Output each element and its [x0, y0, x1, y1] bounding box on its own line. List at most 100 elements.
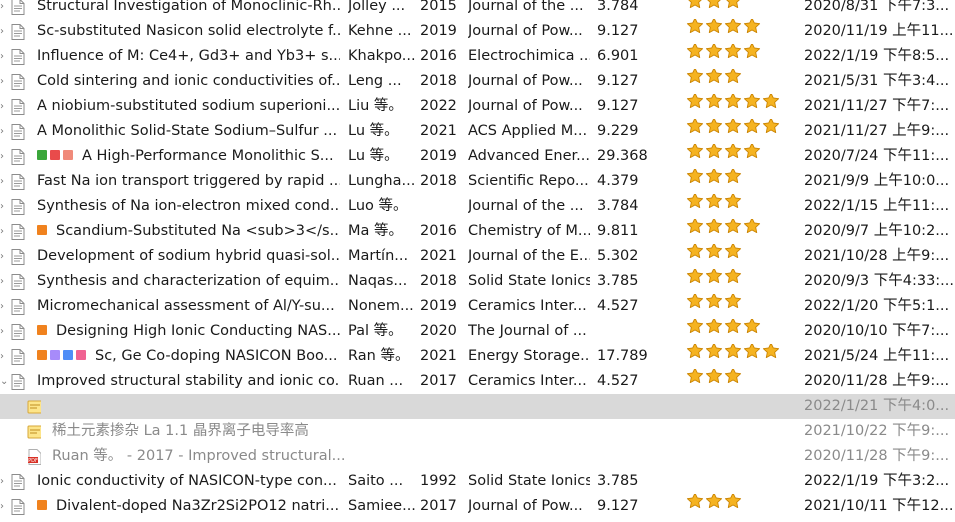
item-row[interactable]: › Influence of M: Ce4+, Gd3+ and Yb3+ s..… [0, 44, 955, 69]
expand-twisty-icon[interactable]: › [0, 194, 10, 219]
expand-twisty-icon[interactable] [0, 444, 10, 469]
star-icon[interactable] [705, 44, 723, 68]
item-rating[interactable] [686, 119, 796, 144]
item-row[interactable]: › A High-Performance Monolithic S... Lu 等。… [0, 144, 955, 169]
star-icon[interactable] [724, 194, 742, 218]
star-icon[interactable] [705, 0, 723, 18]
item-rating[interactable] [686, 269, 796, 294]
star-icon[interactable] [686, 319, 704, 343]
star-icon[interactable] [686, 344, 704, 368]
item-rating[interactable] [686, 69, 796, 94]
star-icon[interactable] [705, 94, 723, 118]
item-rating[interactable] [686, 44, 796, 69]
star-icon[interactable] [762, 94, 780, 118]
star-icon[interactable] [686, 369, 704, 393]
item-row[interactable]: › Structural Investigation of Monoclinic-… [0, 0, 955, 19]
star-icon[interactable] [724, 69, 742, 93]
item-rating[interactable] [686, 294, 796, 319]
item-row[interactable]: › Ionic conductivity of NASICON-type con.… [0, 469, 955, 494]
item-row[interactable]: › Synthesis and characterization of equim… [0, 269, 955, 294]
star-icon[interactable] [724, 44, 742, 68]
expand-twisty-icon[interactable]: › [0, 119, 10, 144]
star-icon[interactable] [724, 0, 742, 18]
star-icon[interactable] [686, 494, 704, 518]
star-icon[interactable] [686, 0, 704, 18]
item-row[interactable]: › Development of sodium hybrid quasi-sol.… [0, 244, 955, 269]
item-list[interactable]: › Structural Investigation of Monoclinic-… [0, 0, 955, 519]
expand-twisty-icon[interactable]: › [0, 94, 10, 119]
expand-twisty-icon[interactable]: › [0, 244, 10, 269]
expand-twisty-icon[interactable]: › [0, 0, 10, 19]
star-icon[interactable] [724, 369, 742, 393]
item-rating[interactable] [686, 319, 796, 344]
star-icon[interactable] [743, 44, 761, 68]
item-row[interactable]: › Fast Na ion transport triggered by rapi… [0, 169, 955, 194]
star-icon[interactable] [686, 169, 704, 193]
expand-twisty-icon[interactable]: › [0, 169, 10, 194]
item-rating[interactable] [686, 469, 796, 494]
star-icon[interactable] [743, 144, 761, 168]
star-icon[interactable] [705, 69, 723, 93]
star-icon[interactable] [724, 319, 742, 343]
star-icon[interactable] [705, 219, 723, 243]
star-icon[interactable] [724, 169, 742, 193]
expand-twisty-icon[interactable]: › [0, 44, 10, 69]
star-icon[interactable] [743, 219, 761, 243]
star-icon[interactable] [686, 44, 704, 68]
item-row[interactable]: › A Monolithic Solid-State Sodium–Sulfur … [0, 119, 955, 144]
item-rating[interactable] [686, 344, 796, 369]
star-icon[interactable] [705, 294, 723, 318]
star-icon[interactable] [686, 94, 704, 118]
star-icon[interactable] [724, 294, 742, 318]
item-row[interactable]: › Sc, Ge Co-doping NASICON Boo... Ran 等。 20… [0, 344, 955, 369]
star-icon[interactable] [686, 294, 704, 318]
star-icon[interactable] [705, 319, 723, 343]
star-icon[interactable] [705, 19, 723, 43]
expand-twisty-icon[interactable] [0, 419, 10, 444]
item-row[interactable]: › Scandium-Substituted Na <sub>3</s... Ma … [0, 219, 955, 244]
note-row[interactable]: 稀土元素掺杂 La 1.1 晶界离子电导率高 2021/10/22 下午9:... [0, 419, 955, 444]
star-icon[interactable] [724, 19, 742, 43]
star-icon[interactable] [686, 19, 704, 43]
star-icon[interactable] [743, 319, 761, 343]
attachment-row[interactable]: PDF Ruan 等。 - 2017 - Improved structural.… [0, 444, 955, 469]
star-icon[interactable] [724, 119, 742, 143]
star-icon[interactable] [724, 344, 742, 368]
expand-twisty-open-icon[interactable]: ⌄ [0, 369, 10, 394]
expand-twisty-icon[interactable]: › [0, 319, 10, 344]
star-icon[interactable] [686, 69, 704, 93]
item-rating[interactable] [686, 194, 796, 219]
star-icon[interactable] [705, 244, 723, 268]
star-icon[interactable] [705, 344, 723, 368]
star-icon[interactable] [686, 219, 704, 243]
expand-twisty-icon[interactable]: › [0, 294, 10, 319]
star-icon[interactable] [724, 144, 742, 168]
star-icon[interactable] [705, 194, 723, 218]
star-icon[interactable] [686, 194, 704, 218]
star-icon[interactable] [724, 219, 742, 243]
star-icon[interactable] [705, 494, 723, 518]
expand-twisty-icon[interactable]: › [0, 219, 10, 244]
star-icon[interactable] [743, 344, 761, 368]
item-row[interactable]: › A niobium-substituted sodium superioni.… [0, 94, 955, 119]
expand-twisty-icon[interactable]: › [0, 19, 10, 44]
star-icon[interactable] [686, 144, 704, 168]
expand-twisty-icon[interactable]: › [0, 269, 10, 294]
star-icon[interactable] [762, 119, 780, 143]
expand-twisty-icon[interactable]: › [0, 469, 10, 494]
star-icon[interactable] [724, 269, 742, 293]
item-row[interactable]: › Synthesis of Na ion-electron mixed cond… [0, 194, 955, 219]
star-icon[interactable] [724, 494, 742, 518]
star-icon[interactable] [705, 144, 723, 168]
item-rating[interactable] [686, 0, 796, 19]
item-row[interactable]: › Micromechanical assessment of Al/Y-su..… [0, 294, 955, 319]
star-icon[interactable] [743, 94, 761, 118]
note-row[interactable]: 2022/1/21 下午4:0... [0, 394, 955, 419]
star-icon[interactable] [724, 94, 742, 118]
star-icon[interactable] [762, 344, 780, 368]
item-row[interactable]: ⌄ Improved structural stability and ionic… [0, 369, 955, 394]
star-icon[interactable] [724, 244, 742, 268]
star-icon[interactable] [686, 119, 704, 143]
expand-twisty-icon[interactable] [0, 394, 10, 419]
item-row[interactable]: › Divalent-doped Na3Zr2Si2PO12 natri... Sa… [0, 494, 955, 519]
